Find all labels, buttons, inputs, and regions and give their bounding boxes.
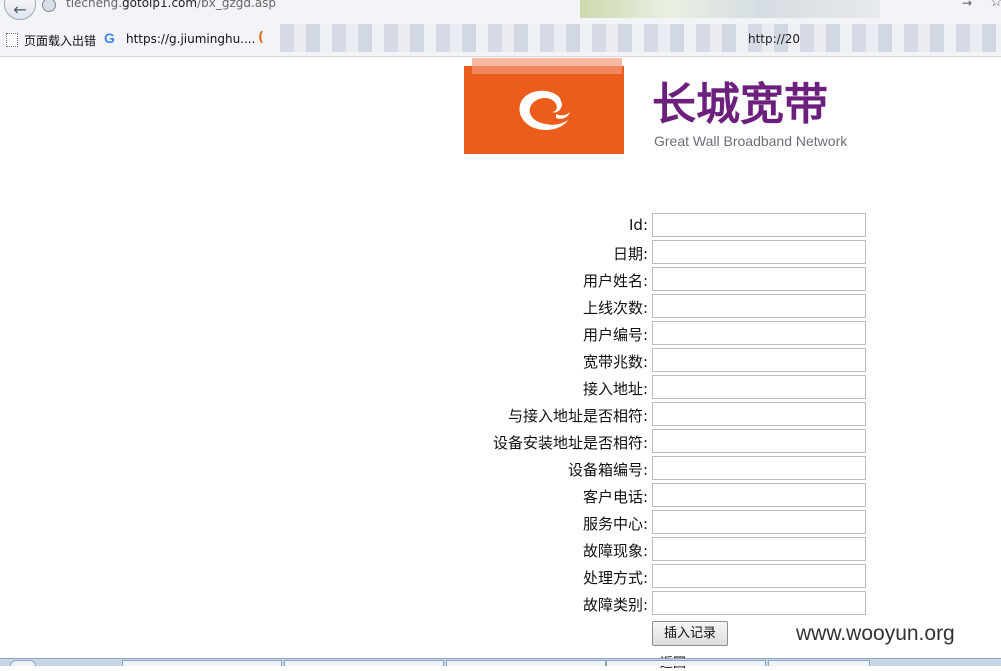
username-input[interactable]: [652, 267, 866, 291]
address-bar[interactable]: tiecheng.gotoip1.com/bx_gzgd.asp: [66, 0, 276, 10]
id-input[interactable]: [652, 213, 866, 237]
online-count-input[interactable]: [652, 294, 866, 318]
start-button[interactable]: [10, 660, 36, 666]
globe-icon: [42, 0, 56, 12]
field-label: 上线次数:: [582, 299, 648, 317]
taskbar-item[interactable]: [768, 660, 870, 666]
browser-chrome: ← tiecheng.gotoip1.com/bx_gzgd.asp → ☆ 页…: [0, 0, 1001, 57]
form-row-service-center: 服务中心:: [440, 510, 870, 535]
blurred-bookmarks: [280, 24, 1001, 52]
chrome-icon: (: [258, 30, 264, 45]
back-button[interactable]: ←: [4, 0, 36, 20]
url-domain: gotoip1.com: [122, 0, 198, 10]
brand-name-cn: 长城宽带: [652, 79, 828, 130]
field-label: 与接入地址是否相符:: [507, 407, 648, 425]
field-label: 日期:: [612, 245, 648, 263]
service-center-input[interactable]: [652, 510, 866, 534]
bandwidth-input[interactable]: [652, 348, 866, 372]
url-path: /bx_gzgd.asp: [197, 0, 277, 10]
field-label: 处理方式:: [582, 569, 648, 587]
bookmark-page-error[interactable]: 页面载入出错: [24, 32, 96, 49]
watermark: www.wooyun.org: [796, 622, 955, 645]
handling-input[interactable]: [652, 564, 866, 588]
field-label: 用户编号:: [582, 326, 648, 344]
date-input[interactable]: [652, 240, 866, 264]
category-input[interactable]: [652, 591, 866, 615]
bookmark-g-link[interactable]: https://g.jiuminghu....: [126, 32, 255, 46]
taskbar-item[interactable]: [606, 660, 766, 666]
page-icon: [6, 33, 18, 47]
form-row-id: Id:: [440, 213, 870, 238]
form-row-bandwidth: 宽带兆数:: [440, 348, 870, 373]
field-label: 宽带兆数:: [582, 353, 648, 371]
logo-top-strip: [472, 58, 622, 74]
field-label: 故障现象:: [582, 542, 648, 560]
blurred-region: [580, 0, 880, 18]
symptom-input[interactable]: [652, 537, 866, 561]
insert-record-button[interactable]: 插入记录: [652, 621, 728, 646]
go-arrow-icon[interactable]: →: [962, 0, 972, 10]
bookmark-http[interactable]: http://20: [748, 32, 800, 46]
address-match-input[interactable]: [652, 402, 866, 426]
field-label: Id:: [629, 216, 648, 234]
form-row-category: 故障类别:: [440, 591, 870, 616]
google-icon: G: [104, 30, 115, 46]
form-row-handling: 处理方式:: [440, 564, 870, 589]
great-wall-logo-icon: [519, 90, 570, 130]
form-row-date: 日期:: [440, 240, 870, 265]
url-prefix: tiecheng.: [66, 0, 123, 10]
user-number-input[interactable]: [652, 321, 866, 345]
field-label: 服务中心:: [582, 515, 648, 533]
form-row-address-match: 与接入地址是否相符:: [440, 402, 870, 427]
form-row-symptom: 故障现象:: [440, 537, 870, 562]
field-label: 用户姓名:: [582, 272, 648, 290]
phone-input[interactable]: [652, 483, 866, 507]
form-row-box-number: 设备箱编号:: [440, 456, 870, 481]
form-row-username: 用户姓名:: [440, 267, 870, 292]
form-row-install-address-match: 设备安装地址是否相符:: [440, 429, 870, 454]
form-row-access-address: 接入地址:: [440, 375, 870, 400]
field-label: 客户电话:: [582, 488, 648, 506]
back-arrow-icon: ←: [13, 0, 27, 19]
form-row-phone: 客户电话:: [440, 483, 870, 508]
star-icon[interactable]: ☆: [990, 0, 1001, 10]
taskbar-item[interactable]: [122, 660, 282, 666]
field-label: 故障类别:: [582, 596, 648, 614]
taskbar-item[interactable]: [446, 660, 606, 666]
brand-name-en: Great Wall Broadband Network: [654, 133, 848, 149]
field-label: 设备箱编号:: [567, 461, 648, 479]
form-row-online-count: 上线次数:: [440, 294, 870, 319]
box-number-input[interactable]: [652, 456, 866, 480]
field-label: 设备安装地址是否相符:: [492, 434, 648, 452]
access-address-input[interactable]: [652, 375, 866, 399]
form-row-user-number: 用户编号:: [440, 321, 870, 346]
taskbar-item[interactable]: [284, 660, 444, 666]
field-label: 接入地址:: [582, 380, 648, 398]
install-address-match-input[interactable]: [652, 429, 866, 453]
